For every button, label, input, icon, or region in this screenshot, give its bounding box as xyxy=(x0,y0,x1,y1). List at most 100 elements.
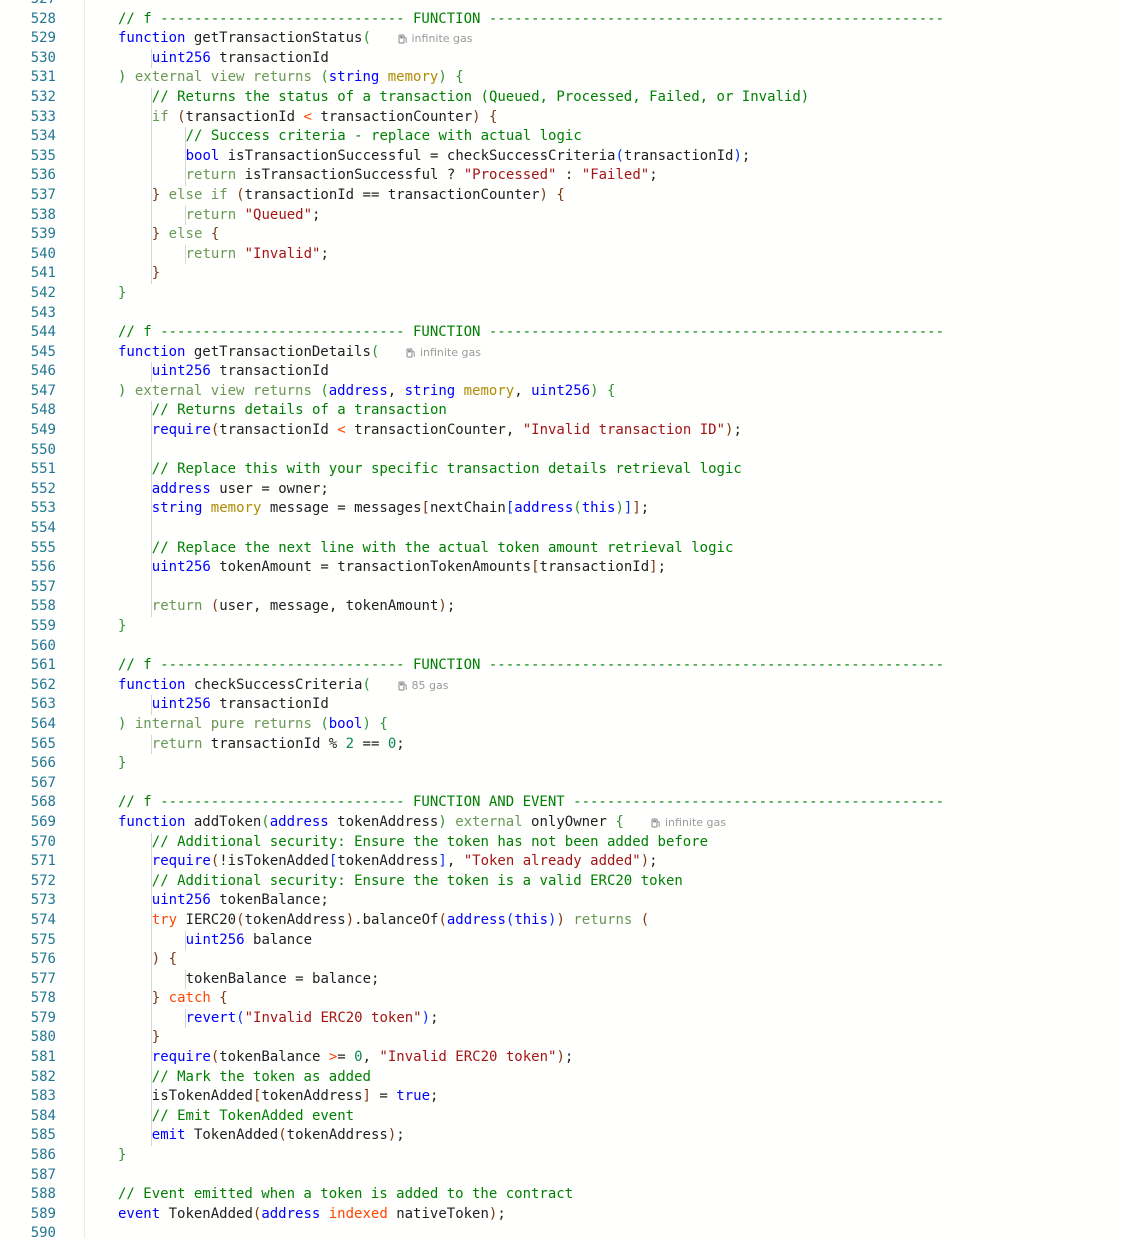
code-line[interactable]: 589 event TokenAdded(address indexed nati… xyxy=(0,1205,1125,1225)
code-line[interactable]: 555 // Replace the next line with the act… xyxy=(0,538,1125,559)
code-token: ] xyxy=(632,500,641,517)
code-line[interactable]: 532 // Returns the status of a transactio… xyxy=(0,87,1125,108)
code-line[interactable]: 584 // Emit TokenAdded event xyxy=(0,1106,1125,1127)
code-line[interactable]: 561 // f ----------------------------- FU… xyxy=(0,656,1125,676)
code-line[interactable]: 573 uint256 tokenBalance; xyxy=(0,891,1125,911)
code-token: require xyxy=(151,853,211,870)
code-line[interactable]: 577 tokenBalance = balance; xyxy=(0,969,1125,990)
code-line[interactable]: 543 xyxy=(0,304,1125,324)
line-number: 579 xyxy=(30,1009,56,1026)
code-token: "Invalid ERC20 token" xyxy=(379,1049,557,1066)
code-line[interactable]: 554 xyxy=(0,519,1125,539)
code-line[interactable]: 574 try IERC20(tokenAddress).balanceOf(ad… xyxy=(0,910,1125,931)
code-line[interactable]: 553 string memory message = messages[next… xyxy=(0,499,1125,520)
code-line[interactable]: 587 xyxy=(0,1166,1125,1186)
code-line[interactable]: 580} xyxy=(0,1028,1125,1049)
code-line[interactable]: 542} xyxy=(0,284,1125,304)
code-line[interactable]: 562 function checkSuccessCriteria(85 gas xyxy=(0,676,1125,696)
indent-guide xyxy=(150,577,152,598)
code-line[interactable]: 576) { xyxy=(0,950,1125,970)
code-token: // Mark the token as added xyxy=(151,1068,371,1085)
code-line[interactable]: 536 return isTransactionSuccessful ? "Pro… xyxy=(0,166,1125,186)
gas-estimate-hint[interactable]: 85 gas xyxy=(397,676,448,696)
code-line[interactable]: 575 uint256 balance xyxy=(0,930,1125,951)
code-editor[interactable]: 527528 // f -----------------------------… xyxy=(0,0,1125,1244)
code-line[interactable]: 566} xyxy=(0,754,1125,774)
code-line[interactable]: 538 return "Queued"; xyxy=(0,205,1125,226)
code-line[interactable]: 539} else { xyxy=(0,225,1125,245)
code-text: function checkSuccessCriteria( xyxy=(118,676,371,696)
code-line[interactable]: 534 // Success criteria - replace with ac… xyxy=(0,127,1125,147)
code-line[interactable]: 588 // Event emitted when a token is adde… xyxy=(0,1185,1125,1205)
code-token: string xyxy=(151,500,203,517)
code-token: { xyxy=(615,813,624,830)
code-token: } xyxy=(151,226,161,243)
code-token: ( xyxy=(261,813,270,830)
gas-pump-icon xyxy=(406,346,420,359)
code-line[interactable]: 527 xyxy=(0,0,1125,10)
gas-estimate-hint[interactable]: infinite gas xyxy=(397,29,473,49)
code-line[interactable]: 557 xyxy=(0,577,1125,598)
line-number: 563 xyxy=(30,696,56,713)
code-token: returns xyxy=(564,911,641,928)
code-token: { xyxy=(379,715,388,732)
code-line[interactable]: 545 function getTransactionDetails(infini… xyxy=(0,343,1125,363)
gas-pump-icon xyxy=(397,32,412,45)
code-line[interactable]: 550 xyxy=(0,440,1125,461)
code-line[interactable]: 529 function getTransactionStatus(infinit… xyxy=(0,29,1125,49)
code-text: if (transactionId < transactionCounter) … xyxy=(152,108,498,128)
line-number: 565 xyxy=(30,735,56,752)
code-line[interactable]: 547) external view returns (address, str… xyxy=(0,382,1125,402)
code-line[interactable]: 528 // f ----------------------------- FU… xyxy=(0,10,1125,30)
code-line[interactable]: 570 // Additional security: Ensure the to… xyxy=(0,832,1125,853)
code-line[interactable]: 540 return "Invalid"; xyxy=(0,244,1125,265)
code-line[interactable]: 551 // Replace this with your specific tr… xyxy=(0,460,1125,480)
code-line[interactable]: 556 uint256 tokenAmount = transactionToke… xyxy=(0,558,1125,578)
code-line[interactable]: 585 emit TokenAdded(tokenAddress); xyxy=(0,1126,1125,1147)
code-line[interactable]: 579 revert("Invalid ERC20 token"); xyxy=(0,1008,1125,1029)
code-line[interactable]: 548 // Returns details of a transaction xyxy=(0,401,1125,422)
code-line[interactable]: 590 xyxy=(0,1224,1125,1244)
code-token: else xyxy=(160,226,211,243)
code-line[interactable]: 563 uint256 transactionId xyxy=(0,695,1125,715)
code-line[interactable]: 549 require(transactionId < transactionCo… xyxy=(0,421,1125,441)
code-line[interactable]: 544 // f ----------------------------- FU… xyxy=(0,323,1125,343)
code-line[interactable]: 569 function addToken(address tokenAddres… xyxy=(0,813,1125,833)
code-line[interactable]: 533 if (transactionId < transactionCounte… xyxy=(0,107,1125,128)
code-line[interactable]: 531) external view returns (string memor… xyxy=(0,68,1125,88)
code-line[interactable]: 565 return transactionId % 2 == 0; xyxy=(0,734,1125,755)
code-token: ) xyxy=(362,715,371,732)
gas-estimate-hint[interactable]: infinite gas xyxy=(406,343,481,363)
indent-guide xyxy=(150,930,152,951)
code-token: uint256 xyxy=(151,696,211,713)
code-line[interactable]: 546 uint256 transactionId xyxy=(0,362,1125,382)
code-line[interactable]: 564) internal pure returns (bool) { xyxy=(0,715,1125,735)
code-token: ( xyxy=(210,1049,220,1066)
code-line[interactable]: 581 require(tokenBalance >= 0, "Invalid E… xyxy=(0,1048,1125,1068)
code-line[interactable]: 560 xyxy=(0,637,1125,657)
code-token: ) xyxy=(151,951,161,968)
code-token: , xyxy=(446,853,464,870)
code-line[interactable]: 530 uint256 transactionId xyxy=(0,48,1125,69)
code-line[interactable]: 537} else if (transactionId == transacti… xyxy=(0,185,1125,206)
code-line[interactable]: 541} xyxy=(0,264,1125,284)
code-text: } xyxy=(152,264,160,284)
line-number: 534 xyxy=(30,128,56,145)
code-line[interactable]: 559} xyxy=(0,617,1125,637)
code-line[interactable]: 578} catch { xyxy=(0,989,1125,1009)
line-number: 552 xyxy=(30,480,56,497)
code-line[interactable]: 571 require(!isTokenAdded[tokenAddress], … xyxy=(0,852,1125,872)
code-line[interactable]: 582 // Mark the token as added xyxy=(0,1067,1125,1088)
code-line[interactable]: 552 address user = owner; xyxy=(0,479,1125,500)
code-token: return xyxy=(185,245,237,262)
code-line[interactable]: 583 isTokenAdded[tokenAddress] = true; xyxy=(0,1087,1125,1107)
code-line[interactable]: 586} xyxy=(0,1146,1125,1166)
gas-estimate-hint[interactable]: infinite gas xyxy=(651,813,726,833)
code-line[interactable]: 572 // Additional security: Ensure the to… xyxy=(0,871,1125,892)
code-line[interactable]: 535 bool isTransactionSuccessful = checkS… xyxy=(0,146,1125,167)
code-line[interactable]: 568 // f ----------------------------- FU… xyxy=(0,793,1125,813)
code-token: address xyxy=(328,382,388,399)
code-line[interactable]: 558 return (user, message, tokenAmount); xyxy=(0,597,1125,617)
code-line[interactable]: 567 xyxy=(0,774,1125,794)
